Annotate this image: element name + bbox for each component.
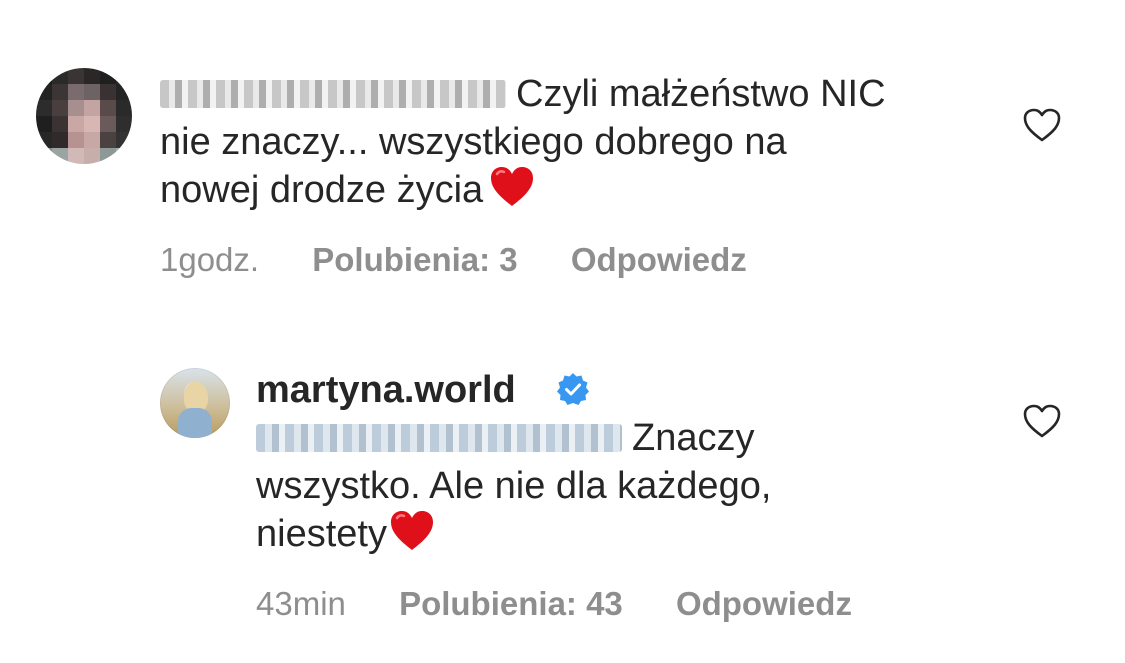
verified-badge-icon [557, 373, 589, 405]
reply-button[interactable]: Odpowiedz [571, 241, 747, 278]
comment-line-1: Znaczy [632, 417, 755, 459]
reply-button[interactable]: Odpowiedz [676, 585, 852, 622]
comment-line-1: Czyli małżeństwo NIC [516, 73, 886, 115]
heart-emoji [491, 167, 534, 206]
heart-outline-icon[interactable] [1022, 107, 1062, 143]
comments-screen: Czyli małżeństwo NIC nie znaczy... wszys… [0, 0, 1125, 663]
heart-outline-icon[interactable] [1022, 403, 1062, 439]
comment-time: 1godz. [160, 241, 260, 278]
heart-emoji [390, 511, 433, 550]
likes-button[interactable]: Polubienia: 3 [312, 241, 517, 278]
comment-time: 43min [256, 585, 346, 622]
comment-line-3: nowej drodze życia [160, 169, 484, 211]
comment-line-2: nie znaczy... wszystkiego dobrego na [160, 121, 787, 163]
username[interactable]: martyna.world [256, 366, 516, 414]
comment-line-2: wszystko. Ale nie dla każdego, [256, 465, 772, 507]
hidden-username[interactable] [160, 80, 506, 108]
avatar[interactable] [36, 68, 132, 164]
hidden-mention[interactable] [256, 424, 622, 452]
comment-meta: 1godz. Polubienia: 3 Odpowiedz [160, 240, 747, 280]
comment-meta: 43min Polubienia: 43 Odpowiedz [256, 584, 852, 624]
avatar[interactable] [160, 368, 230, 438]
comment-text: Znaczy wszystko. Ale nie dla każdego, ni… [256, 414, 956, 558]
likes-button[interactable]: Polubienia: 43 [399, 585, 623, 622]
comment-line-3: niestety [256, 513, 387, 555]
comment-text: Czyli małżeństwo NIC nie znaczy... wszys… [160, 70, 980, 214]
